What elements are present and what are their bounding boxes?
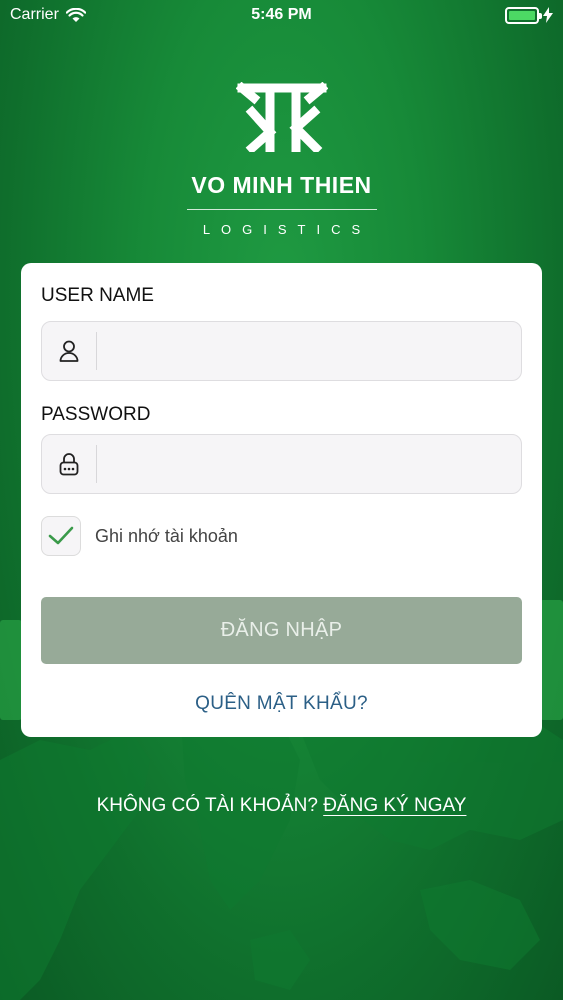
brand-divider — [186, 209, 377, 210]
brand-name: VO MINH THIEN — [191, 172, 372, 198]
password-field[interactable] — [41, 434, 522, 494]
status-time: 5:46 PM — [251, 6, 312, 23]
remember-account[interactable]: Ghi nhớ tài khoản — [41, 516, 238, 556]
username-field[interactable] — [41, 321, 522, 381]
signup-link[interactable]: ĐĂNG KÝ NGAY — [323, 795, 466, 816]
battery-icon — [505, 6, 542, 24]
login-button[interactable]: ĐĂNG NHẬP — [41, 597, 522, 664]
password-label: PASSWORD — [41, 404, 151, 425]
user-icon — [42, 322, 96, 380]
username-label: USER NAME — [41, 285, 154, 306]
remember-label: Ghi nhớ tài khoản — [95, 525, 238, 546]
brand-subtitle: LOGISTICS — [202, 222, 372, 237]
username-input[interactable] — [97, 322, 521, 380]
checkmark-icon — [48, 526, 74, 545]
status-bar: Carrier 5:46 PM — [0, 0, 563, 30]
logo-mark-icon — [235, 82, 328, 152]
remember-checkbox[interactable] — [41, 516, 81, 556]
signup-prompt: KHÔNG CÓ TÀI KHOẢN? — [96, 795, 318, 816]
forgot-password-link[interactable]: QUÊN MẬT KHẨU? — [21, 693, 542, 715]
battery-level — [509, 10, 535, 20]
lock-icon — [42, 435, 96, 493]
login-card: USER NAME PASSWORD Ghi nhớ tài khoản ĐĂN… — [21, 263, 542, 737]
password-input[interactable] — [97, 435, 521, 493]
signup-row: KHÔNG CÓ TÀI KHOẢN? ĐĂNG KÝ NGAY — [0, 795, 563, 817]
brand-logo: VO MINH THIEN LOGISTICS — [0, 82, 563, 237]
